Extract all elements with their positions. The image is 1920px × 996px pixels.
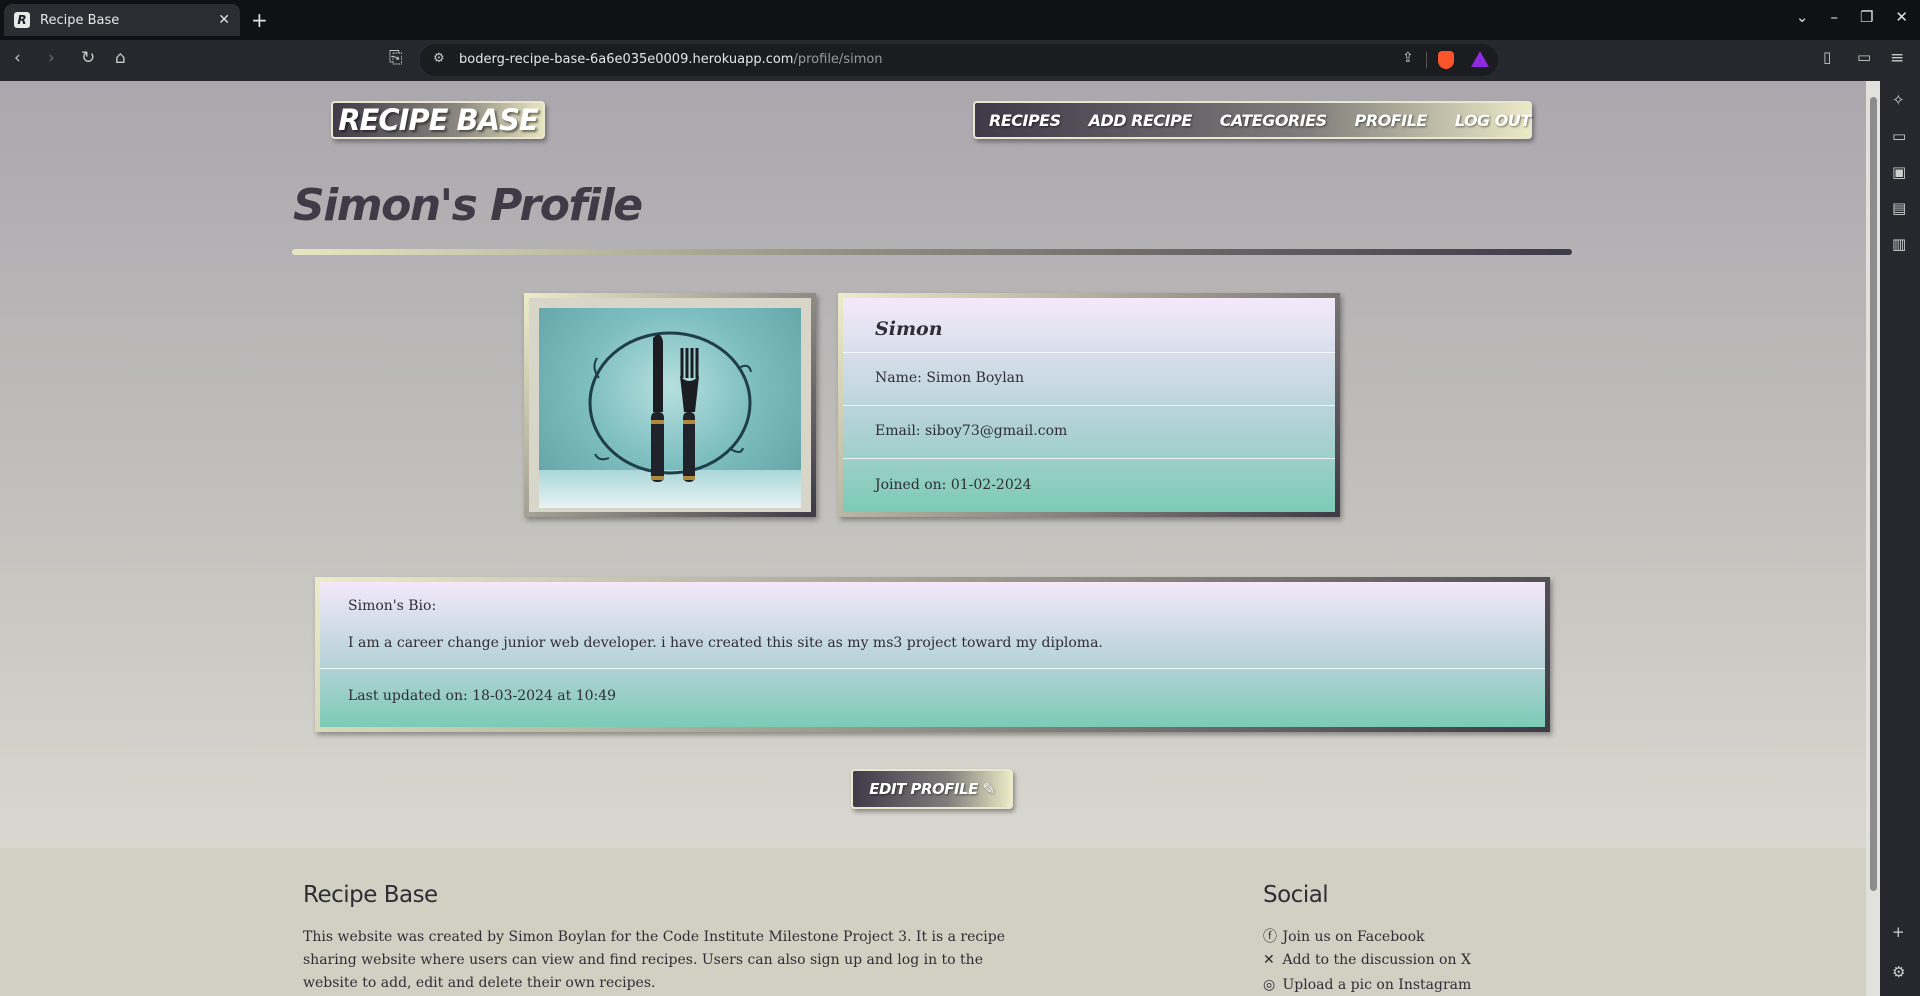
bio-updated: Last updated on: 18-03-2024 at 10:49 [348, 688, 617, 704]
brave-rewards-icon[interactable] [1471, 51, 1489, 67]
tab-strip: R Recipe Base ✕ + ⌄ – ❐ ✕ [0, 0, 1920, 40]
window-controls: ⌄ – ❐ ✕ [1796, 8, 1908, 26]
footer: Recipe Base This website was created by … [0, 848, 1866, 996]
footer-about-text: This website was created by Simon Boylan… [303, 929, 1005, 991]
url-text: boderg-recipe-base-6a6e035e0009.herokuap… [459, 52, 883, 67]
page-scrollbar[interactable] [1866, 81, 1880, 996]
new-tab-icon[interactable]: + [251, 8, 268, 32]
minimize-icon[interactable]: – [1830, 8, 1838, 26]
nav-log-out[interactable]: LOG OUT [1455, 111, 1531, 130]
title-divider [292, 249, 1572, 255]
facebook-icon: ⓕ [1263, 929, 1277, 945]
scrollbar-thumb[interactable] [1870, 97, 1877, 891]
footer-social-title: Social [1263, 882, 1329, 908]
tab-search-icon[interactable]: ⌄ [1796, 8, 1809, 26]
browser-side-panel: ✧ ▭ ▣ ▤ ▥ + ⚙ [1880, 81, 1920, 996]
nav-profile[interactable]: PROFILE [1355, 111, 1428, 130]
profile-username: Simon [875, 318, 943, 340]
add-panel-icon[interactable]: + [1892, 923, 1905, 941]
edit-profile-label: EDIT PROFILE [869, 780, 978, 798]
reading-list-icon[interactable]: ▥ [1892, 235, 1906, 253]
page-viewport: RECIPE BASE RECIPES ADD RECIPE CATEGORIE… [0, 81, 1866, 996]
close-window-icon[interactable]: ✕ [1895, 8, 1908, 26]
talk-icon[interactable]: ▭ [1892, 127, 1906, 145]
page-title: Simon's Profile [293, 180, 643, 231]
profile-name: Name: Simon Boylan [875, 370, 1025, 386]
instagram-link[interactable]: ◎ Upload a pic on Instagram [1263, 977, 1471, 993]
site-settings-icon[interactable]: ⚙ [433, 51, 445, 66]
profile-joined: Joined on: 01-02-2024 [875, 477, 1032, 493]
tab-title: Recipe Base [40, 12, 120, 28]
wallet-icon[interactable]: ▭ [1857, 48, 1871, 66]
menu-icon[interactable]: ≡ [1890, 48, 1904, 68]
reload-icon[interactable]: ↻ [81, 48, 95, 68]
knife-and-fork-image [588, 331, 752, 482]
edit-profile-button[interactable]: EDIT PROFILE ✎ [851, 769, 1013, 809]
close-tab-icon[interactable]: ✕ [218, 12, 230, 28]
sidebar-toggle-icon[interactable]: ▯ [1823, 48, 1831, 66]
x-link[interactable]: ✕ Add to the discussion on X [1263, 952, 1471, 968]
forward-icon[interactable]: › [48, 48, 55, 68]
bookmark-icon[interactable]: ⎘ [389, 48, 403, 68]
profile-email: Email: siboy73@gmail.com [875, 423, 1068, 439]
restore-icon[interactable]: ❐ [1860, 8, 1873, 26]
leo-ai-icon[interactable]: ✧ [1892, 91, 1905, 109]
x-icon: ✕ [1263, 952, 1275, 968]
address-bar[interactable]: ⚙ boderg-recipe-base-6a6e035e0009.heroku… [420, 44, 1498, 76]
back-icon[interactable]: ‹ [14, 48, 21, 68]
footer-about-title: Recipe Base [303, 882, 438, 908]
home-icon[interactable]: ⌂ [115, 48, 126, 68]
bio-heading: Simon's Bio: [348, 598, 437, 614]
url-divider [1426, 52, 1427, 68]
nav-add-recipe[interactable]: ADD RECIPE [1089, 111, 1193, 130]
profile-image-card [524, 293, 816, 517]
nav-categories[interactable]: CATEGORIES [1220, 111, 1327, 130]
edit-icon: ✎ [982, 780, 996, 798]
site-logo[interactable]: RECIPE BASE [331, 101, 545, 139]
main-nav: RECIPES ADD RECIPE CATEGORIES PROFILE LO… [973, 101, 1532, 139]
bio-text: I am a career change junior web develope… [348, 635, 1103, 651]
nav-recipes[interactable]: RECIPES [989, 111, 1061, 130]
browser-tab[interactable]: R Recipe Base ✕ [4, 4, 240, 36]
bio-card: Simon's Bio: I am a career change junior… [315, 577, 1550, 732]
browser-toolbar: ‹ › ↻ ⌂ ⎘ ⚙ boderg-recipe-base-6a6e035e0… [0, 40, 1920, 81]
site-favicon-icon: R [14, 12, 30, 28]
share-icon[interactable]: ⇪ [1402, 50, 1414, 66]
brave-shields-icon[interactable] [1438, 51, 1454, 69]
wallet-panel-icon[interactable]: ▣ [1892, 163, 1906, 181]
facebook-link[interactable]: ⓕ Join us on Facebook [1263, 926, 1425, 946]
bookmarks-panel-icon[interactable]: ▤ [1892, 199, 1906, 217]
panel-settings-icon[interactable]: ⚙ [1892, 963, 1905, 981]
profile-image [539, 308, 801, 508]
instagram-icon: ◎ [1263, 977, 1276, 993]
profile-info-card: Simon Name: Simon Boylan Email: siboy73@… [838, 293, 1340, 517]
